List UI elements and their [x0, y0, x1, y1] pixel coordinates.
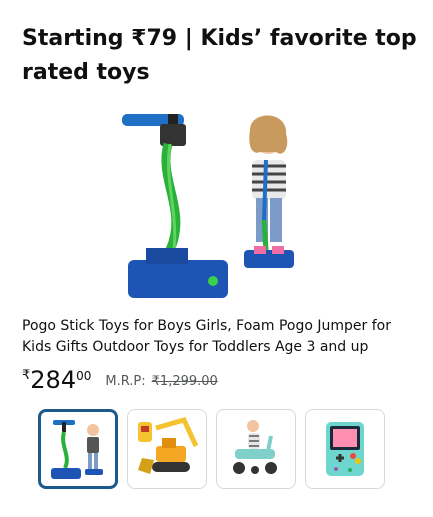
handheld-game-thumbnail-icon — [326, 422, 364, 476]
mrp-value: ₹1,299.00 — [151, 374, 218, 389]
thumbnail-excavator[interactable] — [127, 409, 207, 489]
price-row: ₹ 284 00 M.R.P: ₹1,299.00 — [22, 366, 218, 396]
card-heading[interactable]: Starting ₹79 | Kids’ favorite top rated … — [22, 22, 417, 90]
price-fraction: 00 — [76, 369, 92, 383]
product-title[interactable]: Pogo Stick Toys for Boys Girls, Foam Pog… — [22, 316, 417, 358]
mrp-label: M.R.P: — [105, 374, 146, 389]
excavator-toy-thumbnail-icon — [138, 417, 199, 474]
deal-card[interactable]: Starting ₹79 | Kids’ favorite top rated … — [0, 0, 433, 517]
price-whole: 284 — [30, 366, 77, 394]
thumbnail-ride-on[interactable] — [216, 409, 296, 489]
thumbnail-handheld-game[interactable] — [305, 409, 385, 489]
pogo-stick-thumbnail-icon — [51, 420, 103, 479]
thumbnail-strip — [38, 409, 385, 489]
pogo-stick-hero-image[interactable] — [108, 100, 328, 310]
thumbnail-pogo-stick[interactable] — [38, 409, 118, 489]
mrp: M.R.P: ₹1,299.00 — [105, 374, 217, 389]
ride-on-toy-thumbnail-icon — [233, 420, 277, 474]
price-currency: ₹ — [22, 368, 31, 383]
